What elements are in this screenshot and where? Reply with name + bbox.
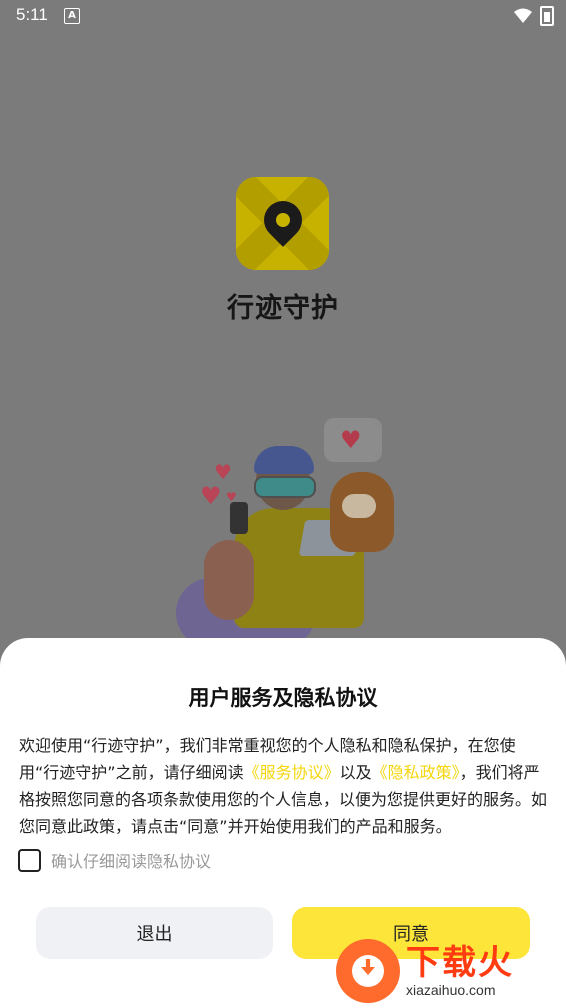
service-agreement-link[interactable]: 《服务协议》 bbox=[244, 763, 340, 782]
confirm-read-row[interactable]: 确认仔细阅读隐私协议 bbox=[18, 848, 211, 872]
watermark-url: xiazaihuo.com bbox=[406, 982, 496, 998]
status-time: 5:11 bbox=[16, 5, 48, 24]
wifi-icon bbox=[514, 8, 532, 23]
app-logo bbox=[236, 177, 329, 270]
watermark-text: 下载火 bbox=[406, 943, 514, 983]
confirm-read-label[interactable]: 确认仔细阅读隐私协议 bbox=[51, 848, 211, 872]
confirm-read-checkbox[interactable] bbox=[18, 848, 41, 872]
watermark: 下载火 xiazaihuo.com bbox=[336, 934, 566, 1008]
battery-icon bbox=[540, 6, 554, 26]
chat-bubble: ♥ bbox=[324, 418, 382, 462]
notification-icon: A bbox=[64, 8, 80, 24]
status-icons bbox=[514, 6, 554, 26]
exit-button[interactable]: 退出 bbox=[36, 907, 273, 959]
privacy-policy-link[interactable]: 《隐私政策》 bbox=[372, 763, 460, 782]
heart-icon: ♥ bbox=[214, 460, 232, 484]
hero-illustration: ♥ ♥ ♥ ♥ bbox=[170, 410, 410, 648]
app-name: 行迹守护 bbox=[227, 293, 339, 324]
dialog-body: 欢迎使用“行迹守护”，我们非常重视您的个人隐私和隐私保护，在您使用“行迹守护”之… bbox=[19, 736, 548, 836]
watermark-logo bbox=[336, 939, 400, 1003]
heart-icon: ♥ bbox=[340, 426, 362, 454]
status-bar: 5:11 A bbox=[0, 0, 566, 30]
heart-icon: ♥ bbox=[200, 482, 222, 510]
dialog-title: 用户服务及隐私协议 bbox=[188, 686, 378, 710]
